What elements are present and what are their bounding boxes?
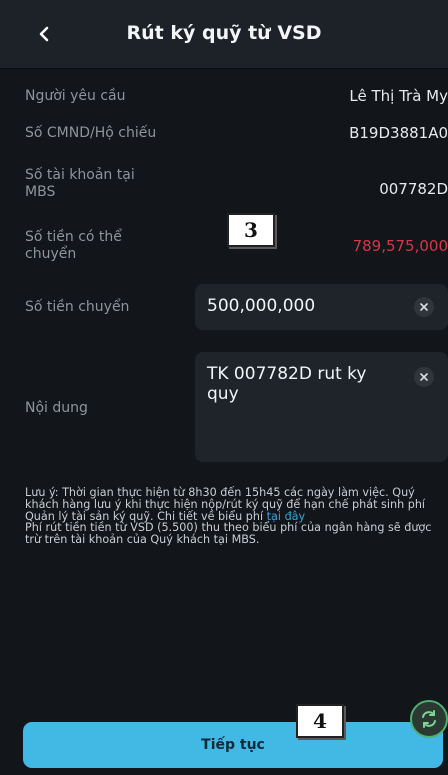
available-label: Số tiền có thể chuyển bbox=[25, 229, 122, 262]
note-text-2: Phí rút tiền tiền từ VSD (5.500) thu the… bbox=[25, 521, 432, 547]
close-icon bbox=[420, 303, 428, 311]
clear-transfer-button[interactable] bbox=[414, 297, 434, 317]
floating-action-button[interactable] bbox=[410, 700, 448, 738]
note-text-1: Lưu ý: Thời gian thực hiện từ 8h30 đến 1… bbox=[25, 486, 426, 523]
annotation-badge-4: 4 bbox=[296, 704, 344, 738]
transfer-icon bbox=[422, 710, 436, 728]
available-value: 789,575,000 bbox=[352, 237, 448, 255]
annotation-badge-3: 3 bbox=[227, 213, 275, 247]
requester-row: Người yêu cầu Lê Thị Trà My bbox=[25, 87, 448, 108]
content-textarea[interactable]: TK 007782D rut ky quy bbox=[195, 352, 448, 462]
account-row: Số tài khoản tại MBS 007782D bbox=[25, 167, 448, 207]
close-icon bbox=[420, 373, 428, 381]
id-label: Số CMND/Hộ chiếu bbox=[25, 125, 157, 141]
requester-value: Lê Thị Trà My bbox=[349, 87, 448, 105]
requester-label: Người yêu cầu bbox=[25, 88, 126, 104]
transfer-amount-input[interactable]: 500,000,000 bbox=[195, 284, 448, 330]
transfer-amount-value: 500,000,000 bbox=[207, 296, 316, 316]
screen: Rút ký quỹ từ VSD Người yêu cầu Lê Thị T… bbox=[0, 0, 448, 775]
continue-button[interactable]: Tiếp tục bbox=[23, 722, 443, 768]
content-value: TK 007782D rut ky quy bbox=[207, 364, 367, 404]
account-label: Số tài khoản tại MBS bbox=[25, 167, 135, 200]
content-label: Nội dung bbox=[25, 400, 88, 416]
transfer-label: Số tiền chuyển bbox=[25, 299, 130, 315]
id-value: B19D3881A0 bbox=[349, 124, 448, 142]
account-value: 007782D bbox=[379, 180, 448, 198]
clear-content-button[interactable] bbox=[414, 367, 434, 387]
header-bar: Rút ký quỹ từ VSD bbox=[0, 0, 448, 69]
id-row: Số CMND/Hộ chiếu B19D3881A0 bbox=[25, 124, 448, 145]
page-title: Rút ký quỹ từ VSD bbox=[126, 22, 322, 44]
info-note: Lưu ý: Thời gian thực hiện từ 8h30 đến 1… bbox=[25, 487, 443, 546]
